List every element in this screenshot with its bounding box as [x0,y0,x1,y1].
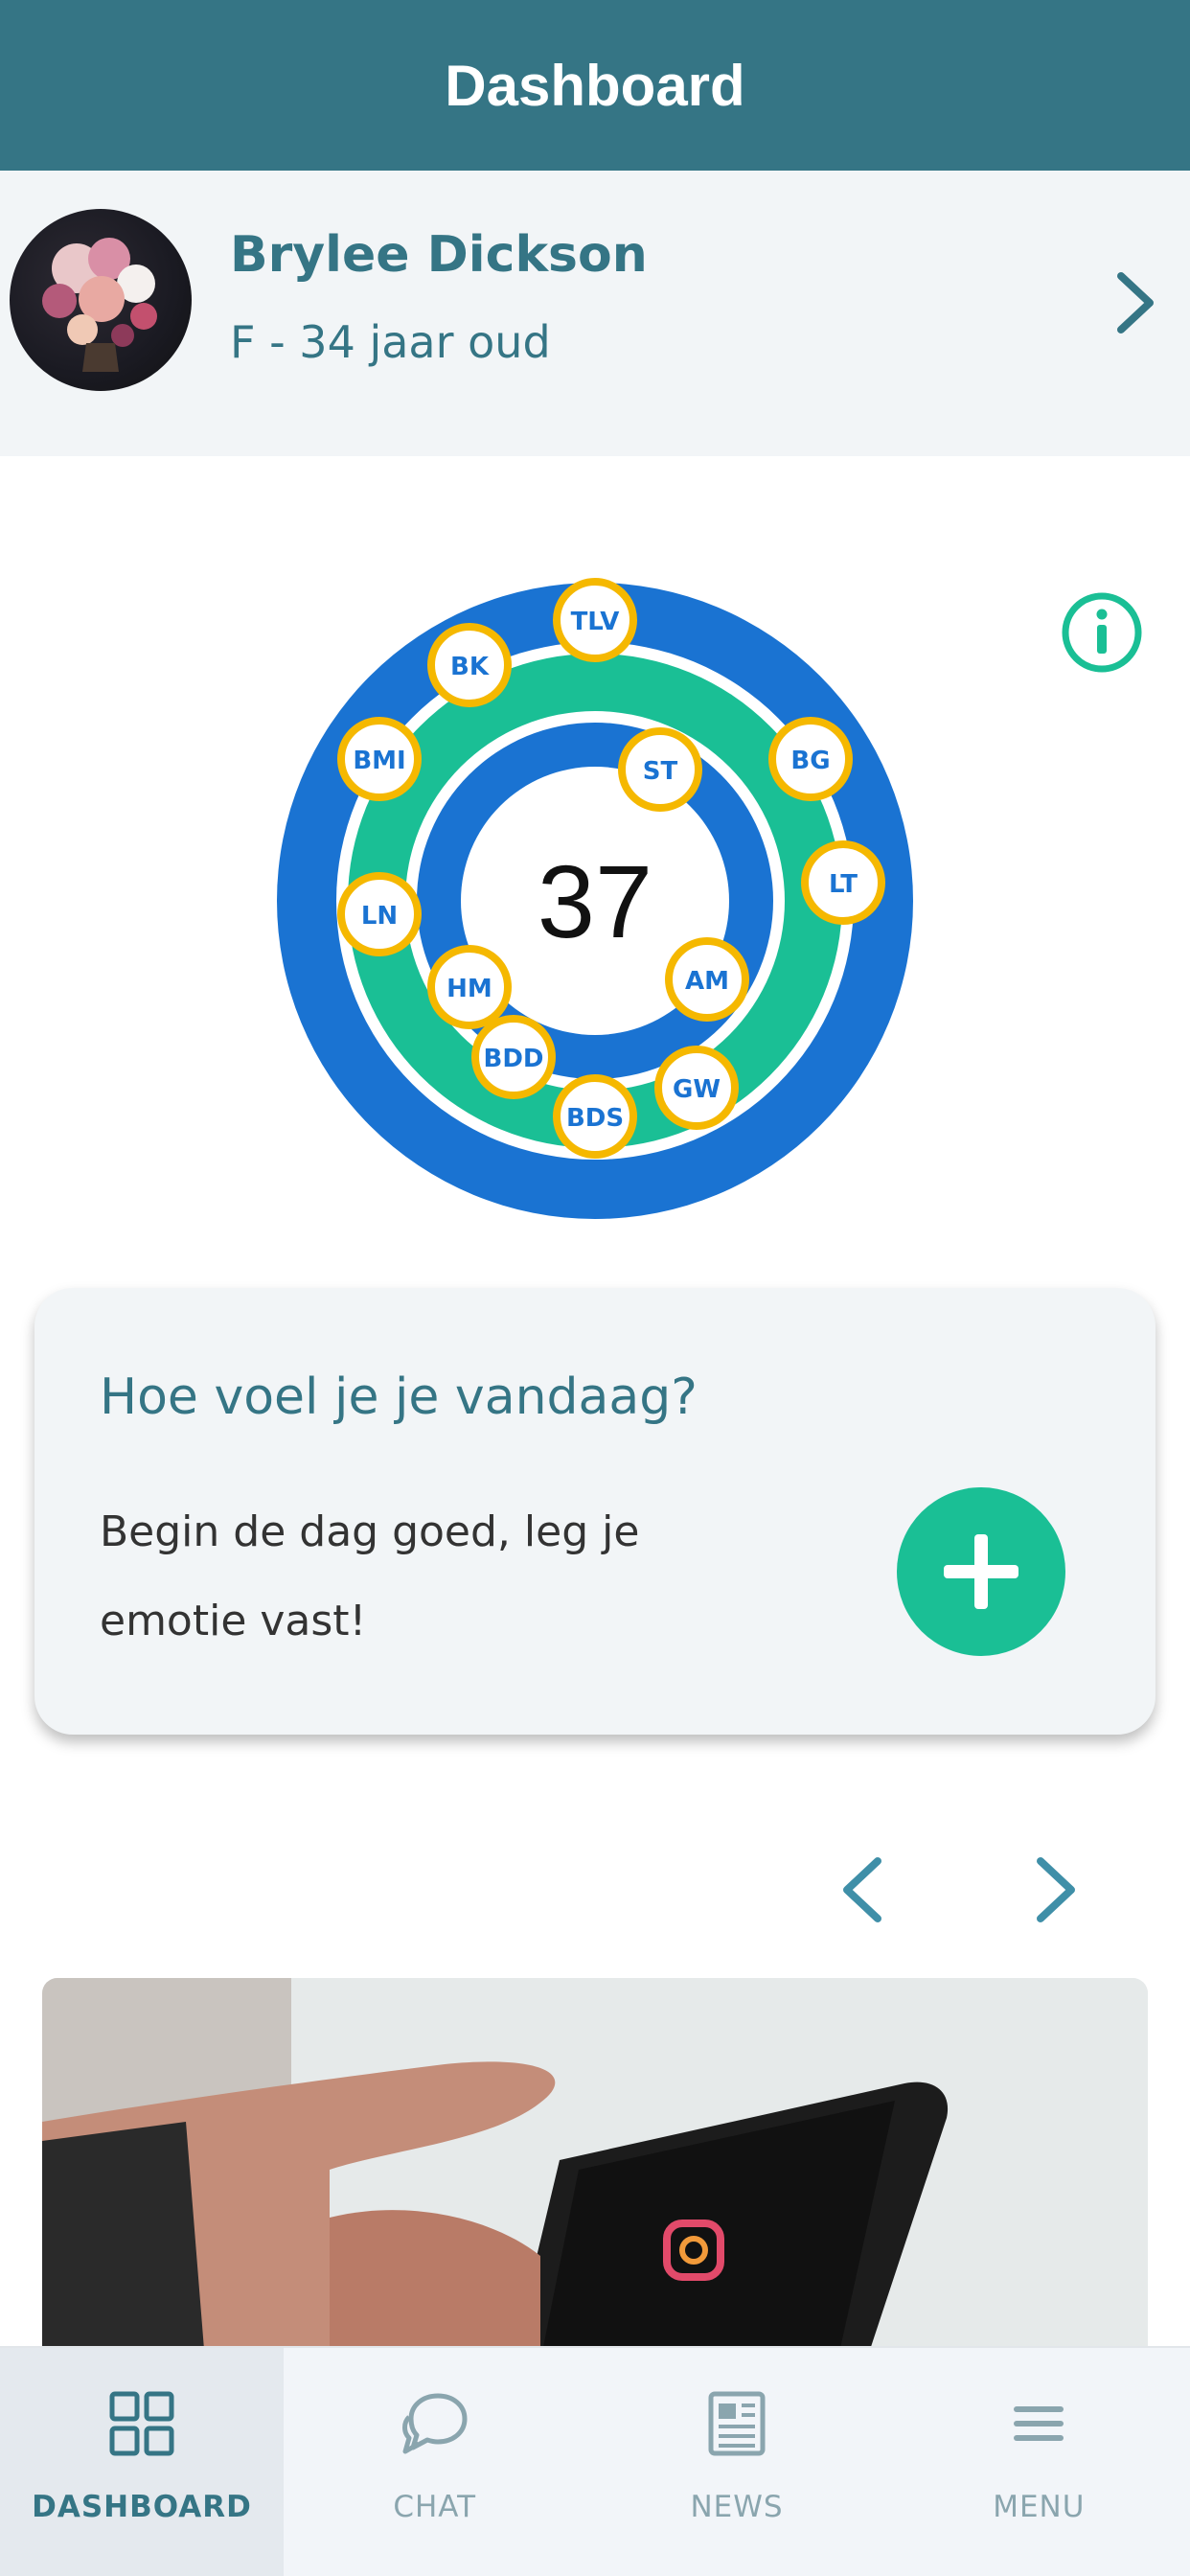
tab-label: CHAT [393,2490,477,2524]
svg-text:LN: LN [361,902,398,931]
tab-chat[interactable]: CHAT [284,2348,585,2576]
tab-menu[interactable]: MENU [888,2348,1190,2576]
svg-text:AM: AM [685,967,729,996]
badge-bmi[interactable]: BMI [337,717,422,801]
tab-news[interactable]: NEWS [585,2348,887,2576]
plus-icon [944,1534,1018,1609]
profile-name: Brylee Dickson [230,226,648,284]
svg-text:LT: LT [829,870,858,899]
hamburger-icon [1014,2406,1064,2441]
news-card-image[interactable] [42,1978,1148,2361]
svg-text:ST: ST [643,757,678,786]
badge-hm[interactable]: HM [427,945,512,1029]
health-score-ring: 37 TLV BK BMI BG ST LT LN AM HM BDD GW B… [0,575,1190,1227]
svg-text:GW: GW [673,1075,721,1104]
bottom-tab-bar: DASHBOARD CHAT NEWS MENU [0,2346,1190,2576]
svg-text:BG: BG [790,747,830,775]
card-text: Begin de dag goed, leg je emotie vast! [100,1507,640,1645]
page-title: Dashboard [445,53,745,118]
badge-lt[interactable]: LT [801,840,885,925]
tab-label: NEWS [690,2490,784,2524]
svg-text:HM: HM [446,975,492,1003]
profile-subtitle: F - 34 jaar oud [230,316,551,368]
badge-bds[interactable]: BDS [553,1074,637,1159]
svg-text:BMI: BMI [353,747,405,775]
svg-text:BDD: BDD [484,1045,544,1073]
badge-bdd[interactable]: BDD [471,1015,556,1099]
carousel-prev-icon[interactable] [835,1852,889,1928]
svg-text:BDS: BDS [566,1104,624,1133]
badge-tlv[interactable]: TLV [553,578,637,662]
carousel-next-icon[interactable] [1029,1852,1083,1928]
emotion-card: Hoe voel je je vandaag? Begin de dag goe… [34,1288,1156,1735]
avatar [10,209,192,391]
tab-label: MENU [993,2490,1086,2524]
grid-icon [109,2391,174,2456]
tab-dashboard[interactable]: DASHBOARD [0,2348,284,2576]
svg-text:BK: BK [450,653,490,681]
score-value: 37 [538,843,652,959]
app-header: Dashboard [0,0,1190,171]
tab-label: DASHBOARD [32,2490,252,2524]
badge-ln[interactable]: LN [337,872,422,956]
card-title: Hoe voel je je vandaag? [100,1368,698,1426]
svg-text:TLV: TLV [571,608,620,636]
profile-row[interactable]: Brylee Dickson F - 34 jaar oud [0,171,1190,456]
info-icon[interactable] [1061,591,1143,674]
badge-bk[interactable]: BK [427,623,512,707]
badge-bg[interactable]: BG [768,717,853,801]
badge-gw[interactable]: GW [654,1046,739,1130]
chat-icon [401,2393,468,2454]
badge-st[interactable]: ST [618,727,702,812]
newspaper-icon [708,2391,766,2456]
add-emotion-button[interactable] [897,1487,1065,1656]
badge-am[interactable]: AM [665,937,749,1022]
chevron-right-icon[interactable] [1111,264,1159,341]
